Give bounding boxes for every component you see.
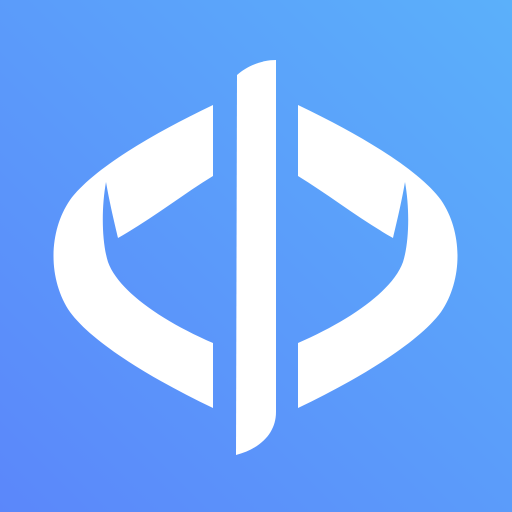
center-bar-shape	[236, 60, 276, 455]
logo-graphic	[0, 0, 512, 512]
app-icon	[0, 0, 512, 512]
